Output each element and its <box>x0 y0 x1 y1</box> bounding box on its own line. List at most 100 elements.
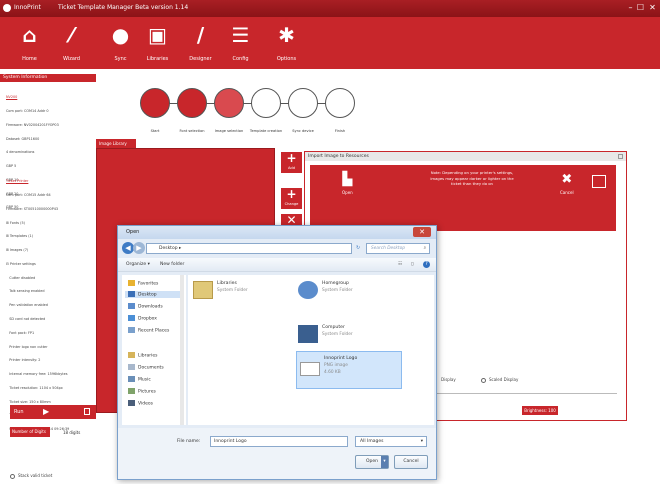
printer-line[interactable]: ⊞ Fonts (5) <box>6 221 69 226</box>
file-name: Homegroup <box>322 281 349 286</box>
stop-icon[interactable] <box>84 408 90 415</box>
file-list: Libraries System Folder Homegroup System F… <box>188 275 434 425</box>
nav-item-libraries[interactable]: Libraries <box>128 352 157 359</box>
chevron-down-icon: ▾ <box>420 439 423 444</box>
gear-icon: ✱ <box>278 23 295 47</box>
minimize-button[interactable]: – <box>626 3 635 12</box>
forward-icon[interactable]: ▶ <box>133 242 145 254</box>
organize-button[interactable]: Organize ▾ <box>126 258 150 272</box>
dialog-title-bar: Open ✕ <box>118 226 436 239</box>
open-image-label: Open <box>342 190 353 195</box>
printer-line: Font pack: FP1 <box>6 330 35 335</box>
toolbar-libraries-button[interactable]: ▣ Libraries <box>135 22 180 67</box>
nv200-title[interactable]: NV200 <box>6 95 59 100</box>
dialog-footer: File name: Innoprint Logo All Images ▾ Op… <box>118 428 436 479</box>
open-button[interactable]: Open ▾ <box>355 455 389 469</box>
nav-item-recent-places[interactable]: Recent Places <box>128 327 169 334</box>
nav-item-videos[interactable]: Videos <box>128 400 153 407</box>
cancel-button[interactable]: Cancel <box>394 455 428 469</box>
app-icon <box>3 4 11 12</box>
stack-valid-ticket-option[interactable]: Stack valid ticket <box>10 473 52 479</box>
toolbar-designer-label: Designer <box>189 56 212 62</box>
close-button[interactable]: ✕ <box>648 3 657 12</box>
scaled-display-option[interactable]: Scaled Display <box>481 377 518 383</box>
image-library-tab[interactable]: Image Library <box>96 139 136 148</box>
search-field[interactable]: Search Desktop ⌕ <box>366 243 430 254</box>
change-button[interactable]: + Change <box>281 188 302 209</box>
printer-line: Printer intensity: 2 <box>6 358 41 363</box>
nv200-line: Dataset: GBP11600 <box>6 136 40 141</box>
file-name-label: File name: <box>177 439 201 444</box>
file-item-homegroup[interactable]: Homegroup System Folder <box>322 281 353 293</box>
desktop-path: Desktop ▸ <box>159 246 182 251</box>
file-item-libraries[interactable]: Libraries System Folder <box>217 281 248 293</box>
play-icon[interactable]: ▶ <box>43 407 49 416</box>
dropbox-icon <box>128 315 135 321</box>
add-button[interactable]: + Add <box>281 152 302 173</box>
nav-item-music[interactable]: Music <box>128 376 151 383</box>
new-folder-button[interactable]: New folder <box>160 258 184 272</box>
add-label: Add <box>288 166 295 170</box>
file-type: System Folder <box>217 288 248 293</box>
nv200-line: Com port: COM14 Addr 0 <box>6 108 49 113</box>
list-icon: ☰ <box>231 23 250 47</box>
printer-line[interactable]: ⊞ Templates (1) <box>6 234 69 239</box>
file-type-select[interactable]: All Images ▾ <box>355 436 427 447</box>
recent-places-icon <box>128 327 135 333</box>
toolbar-config-button[interactable]: ☰ Config <box>218 22 263 67</box>
nav-item-favorites[interactable]: Favorites <box>128 280 158 287</box>
png-image-icon <box>300 362 320 376</box>
restore-button[interactable]: ☐ <box>636 3 645 12</box>
pictures-icon <box>128 388 135 394</box>
file-size: 4.60 KB <box>324 370 341 375</box>
printer-line[interactable]: ⊟ Printer settings <box>6 262 69 267</box>
nav-item-pictures[interactable]: Pictures <box>128 388 156 395</box>
help-icon[interactable]: ? <box>423 261 430 268</box>
nav-label: Desktop <box>138 292 157 298</box>
panel-close-icon[interactable] <box>618 154 623 159</box>
nav-item-desktop[interactable]: Desktop <box>125 291 183 298</box>
radio-icon <box>10 473 15 479</box>
address-bar: ◀ ▶ Desktop ▸ ↻ Search Desktop ⌕ <box>118 239 436 258</box>
plus-icon: + <box>286 151 297 165</box>
run-label[interactable]: Run <box>14 409 24 415</box>
brightness-slider[interactable] <box>437 393 617 398</box>
desktop-icon <box>128 291 135 297</box>
toolbar-home-button[interactable]: ⌂ Home <box>7 22 52 67</box>
refresh-icon[interactable]: ↻ <box>356 245 360 251</box>
pen-icon: / <box>196 23 205 47</box>
preview-pane-icon[interactable]: ▯ <box>411 258 413 272</box>
nav-scrollbar[interactable] <box>180 275 184 425</box>
toolbar-options-button[interactable]: ✱ Options <box>264 22 309 67</box>
file-details: Innoprint Logo PNG image 4.60 KB <box>324 356 357 375</box>
open-file-dialog: Open ✕ ◀ ▶ Desktop ▸ ↻ Search Desktop ⌕ … <box>117 225 437 480</box>
view-icon[interactable]: ☷ <box>398 258 402 272</box>
folder-icon: ▙ <box>342 172 353 187</box>
file-name: Computer <box>322 325 345 330</box>
open-image-button[interactable]: ▙ Open <box>342 172 353 196</box>
nav-label: Documents <box>138 365 164 371</box>
nav-item-dropbox[interactable]: Dropbox <box>128 315 157 322</box>
dialog-close-button[interactable]: ✕ <box>413 227 431 237</box>
save-icon[interactable] <box>592 175 606 188</box>
toolbar-designer-button[interactable]: / Designer <box>178 22 223 67</box>
file-item-innoprint-logo[interactable]: Innoprint Logo PNG image 4.60 KB <box>296 351 402 389</box>
toolbar-wizard-button[interactable]: ⁄ Wizard <box>49 22 94 67</box>
cancel-import-button[interactable]: ✖ Cancel <box>560 173 574 196</box>
file-name-input[interactable]: Innoprint Logo <box>210 436 348 447</box>
file-type-value: All Images <box>360 439 384 444</box>
nav-item-downloads[interactable]: Downloads <box>128 303 163 310</box>
ticket-printer-title[interactable]: Ticket Printer <box>6 179 69 184</box>
chevron-down-icon[interactable]: ▾ <box>381 456 388 468</box>
stack-valid-label: Stack valid ticket <box>18 473 53 478</box>
sidebar-section2: Ticket Printer Com port: COM15 Addr 64 F… <box>6 170 69 441</box>
toolbar-wizard-label: Wizard <box>62 56 81 62</box>
printer-line: Printer logo non cutter <box>6 344 48 349</box>
address-field[interactable]: Desktop ▸ <box>146 243 352 254</box>
nav-item-documents[interactable]: Documents <box>128 364 164 371</box>
file-item-computer[interactable]: Computer System Folder <box>322 325 353 337</box>
display-option[interactable]: Display <box>441 377 456 382</box>
window-title: Ticket Template Manager Beta version 1.1… <box>58 4 189 11</box>
printer-line[interactable]: ⊞ Images (7) <box>6 248 69 253</box>
scaled-display-label: Scaled Display <box>489 377 519 382</box>
